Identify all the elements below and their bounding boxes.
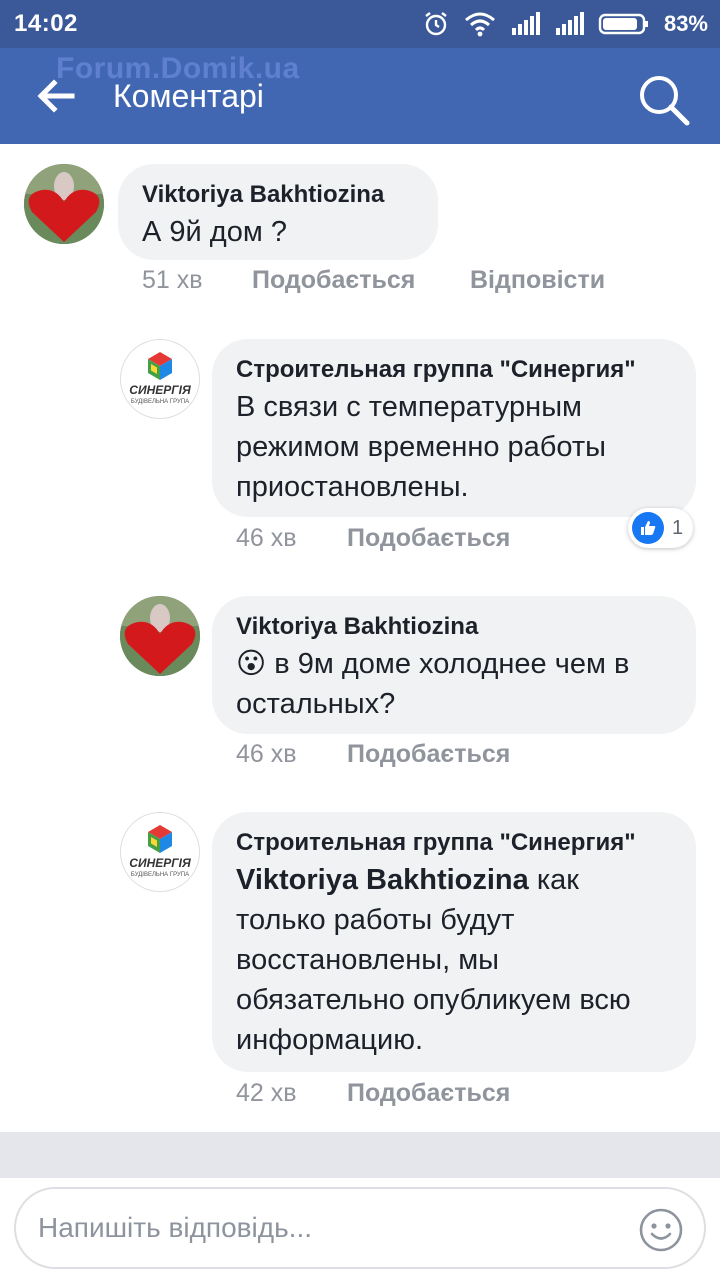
comment-author[interactable]: Viktoriya Bakhtiozina [142, 178, 414, 212]
like-link[interactable]: Подобається [347, 524, 510, 553]
surprised-emoji-icon: 😮 [236, 648, 267, 680]
comment-meta: 51 хв Подобається Відповісти [142, 266, 605, 295]
like-link[interactable]: Подобається [347, 740, 510, 769]
reply-composer [14, 1187, 706, 1269]
synergy-logo-icon: СИНЕРГІЯ БУДІВЕЛЬНА ГРУПА [129, 352, 191, 405]
comment-meta: 46 хв Подобається [236, 740, 510, 769]
status-time: 14:02 [14, 10, 78, 37]
reaction-count: 1 [672, 516, 684, 539]
comment-time: 42 хв [236, 1079, 297, 1107]
comment-time: 46 хв [236, 740, 297, 768]
avatar[interactable]: СИНЕРГІЯ БУДІВЕЛЬНА ГРУПА [120, 812, 200, 892]
battery-icon [598, 13, 648, 35]
heart-photo-icon [24, 164, 104, 244]
like-link[interactable]: Подобається [347, 1079, 510, 1108]
comment-bubble[interactable]: Строительная группа "Синергия" Viktoriya… [212, 812, 696, 1072]
comment-bubble[interactable]: Строительная группа "Синергия" В связи с… [212, 339, 696, 517]
svg-text:СИНЕРГІЯ: СИНЕРГІЯ [129, 383, 191, 397]
thumbs-up-icon [632, 512, 664, 544]
comment-author[interactable]: Viktoriya Bakhtiozina [236, 610, 672, 644]
comment-bubble[interactable]: Viktoriya Bakhtiozina 😮 в 9м доме холодн… [212, 596, 696, 734]
status-icons: 83% [422, 8, 708, 40]
comment-text: В связи с температурным режимом временно… [236, 391, 607, 503]
reply-input[interactable] [38, 1203, 628, 1253]
divider [0, 1132, 720, 1178]
like-link[interactable]: Подобається [252, 266, 470, 295]
status-bar: 14:02 83% [0, 0, 720, 48]
comment-time: 46 хв [236, 524, 297, 552]
comment-text: Viktoriya Bakhtiozina как только работы … [236, 860, 672, 1060]
smiley-icon[interactable] [638, 1207, 684, 1253]
comment-time: 51 хв [142, 266, 203, 294]
search-icon[interactable] [636, 72, 692, 128]
comment-text: 😮 в 9м доме холоднее чем в остальных? [236, 644, 672, 724]
reaction-badge[interactable]: 1 [628, 508, 694, 548]
svg-text:БУДІВЕЛЬНА ГРУПА: БУДІВЕЛЬНА ГРУПА [131, 399, 189, 405]
reply-link[interactable]: Відповісти [470, 266, 605, 295]
app-bar: Forum.Domik.ua Коментарі [0, 48, 720, 144]
avatar[interactable] [24, 164, 104, 244]
svg-text:СИНЕРГІЯ: СИНЕРГІЯ [129, 856, 191, 870]
comment-meta: 46 хв Подобається [236, 524, 510, 553]
comment-text: А 9й дом ? [142, 216, 287, 248]
wifi-icon [464, 12, 495, 37]
alarm-icon [425, 12, 447, 36]
battery-percent: 83% [663, 11, 708, 36]
heart-photo-icon [120, 596, 200, 676]
page-title: Коментарі [113, 78, 264, 114]
signal-icon-2 [555, 12, 584, 35]
back-arrow-icon[interactable] [36, 78, 76, 114]
comment-text-body: в 9м доме холоднее чем в остальных? [236, 648, 630, 720]
comment-meta: 42 хв Подобається [236, 1079, 510, 1108]
synergy-logo-icon: СИНЕРГІЯ БУДІВЕЛЬНА ГРУПА [129, 825, 191, 878]
signal-icon-1 [511, 12, 540, 35]
avatar[interactable]: СИНЕРГІЯ БУДІВЕЛЬНА ГРУПА [120, 339, 200, 419]
comment-author[interactable]: Строительная группа "Синергия" [236, 826, 672, 860]
svg-text:БУДІВЕЛЬНА ГРУПА: БУДІВЕЛЬНА ГРУПА [131, 872, 189, 878]
comment-bubble[interactable]: Viktoriya Bakhtiozina А 9й дом ? [118, 164, 438, 260]
avatar[interactable] [120, 596, 200, 676]
mention-link[interactable]: Viktoriya Bakhtiozina [236, 864, 529, 896]
comment-author[interactable]: Строительная группа "Синергия" [236, 353, 672, 387]
